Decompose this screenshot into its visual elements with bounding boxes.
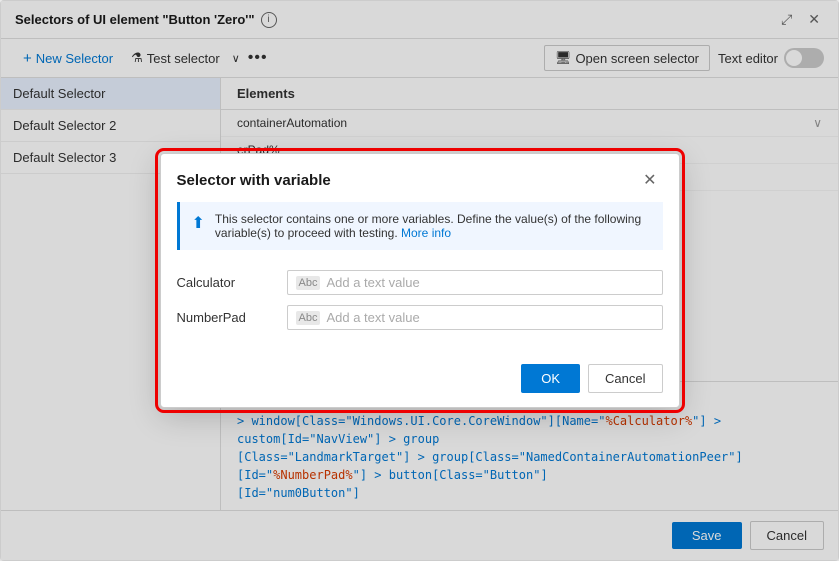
- calculator-input[interactable]: [326, 275, 653, 290]
- modal-info-banner: ⬆ This selector contains one or more var…: [177, 202, 663, 250]
- calculator-input-wrapper: Abc: [287, 270, 663, 295]
- modal-ok-button[interactable]: OK: [521, 364, 580, 393]
- numberpad-field-row: NumberPad Abc: [177, 305, 663, 330]
- numberpad-input-wrapper: Abc: [287, 305, 663, 330]
- calculator-field-row: Calculator Abc: [177, 270, 663, 295]
- calculator-label: Calculator: [177, 275, 277, 290]
- numberpad-label: NumberPad: [177, 310, 277, 325]
- modal-header: Selector with variable ✕: [161, 154, 679, 202]
- modal-body: Calculator Abc NumberPad Abc: [161, 262, 679, 356]
- calculator-type-icon: Abc: [296, 276, 321, 290]
- selector-variable-modal: Selector with variable ✕ ⬆ This selector…: [160, 153, 680, 408]
- modal-overlay: Selector with variable ✕ ⬆ This selector…: [1, 1, 838, 560]
- modal-title: Selector with variable: [177, 172, 331, 189]
- modal-footer: OK Cancel: [161, 356, 679, 407]
- info-icon: ⬆: [192, 213, 205, 233]
- modal-cancel-button[interactable]: Cancel: [588, 364, 662, 393]
- numberpad-input[interactable]: [326, 310, 653, 325]
- modal-info-content: This selector contains one or more varia…: [215, 212, 651, 240]
- more-info-link[interactable]: More info: [401, 226, 451, 240]
- main-window: Selectors of UI element "Button 'Zero'" …: [0, 0, 839, 561]
- numberpad-type-icon: Abc: [296, 311, 321, 325]
- modal-close-button[interactable]: ✕: [637, 168, 662, 192]
